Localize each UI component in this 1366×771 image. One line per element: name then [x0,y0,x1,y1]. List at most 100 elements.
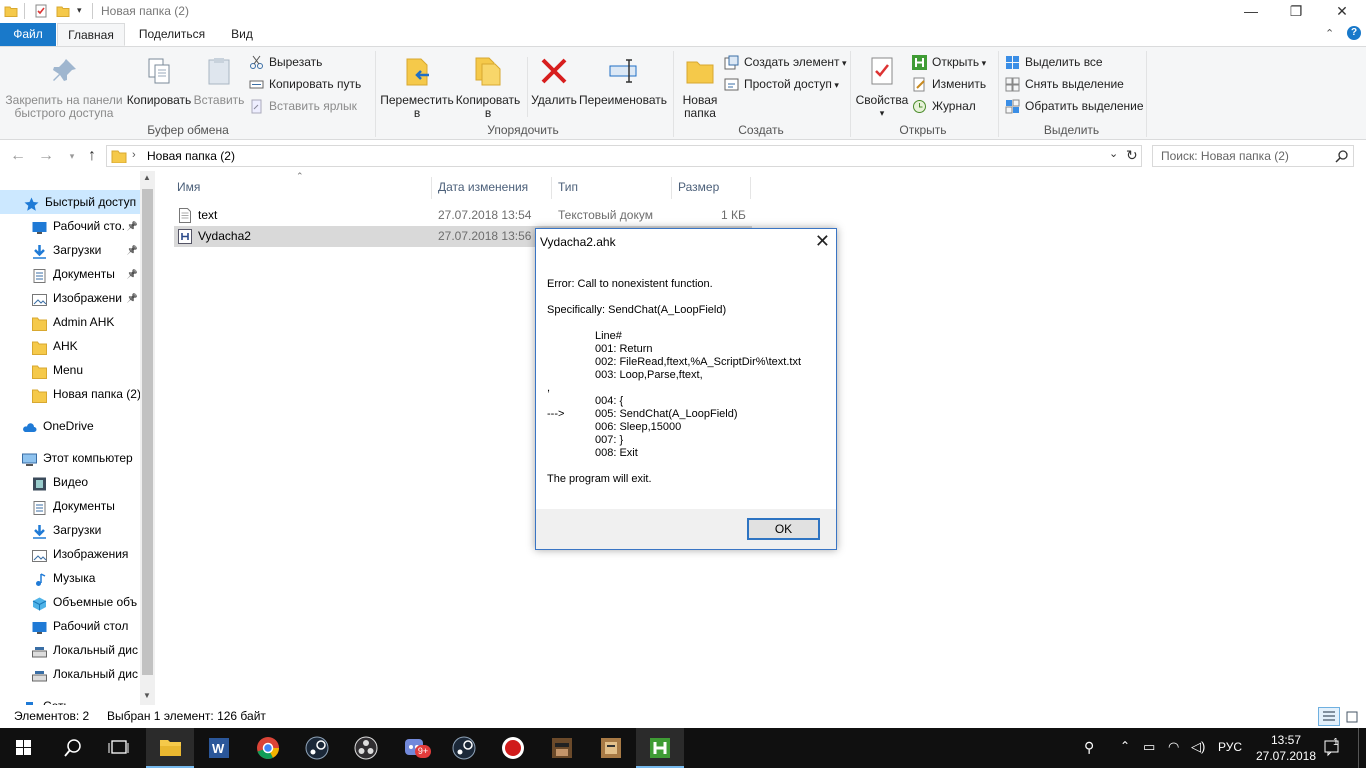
tab-view[interactable]: Вид [220,23,264,46]
customize-qa-dropdown[interactable]: ▾ [77,5,82,16]
move-to-button[interactable]: Переместить в [380,55,454,120]
properties-icon[interactable] [34,4,48,18]
dialog-close-button[interactable]: ✕ [815,231,830,252]
select-none-button[interactable]: Снять выделение [1005,74,1124,94]
nav-item[interactable]: Локальный дис [0,638,140,662]
start-button[interactable] [0,728,48,768]
nav-item[interactable]: Menu [0,358,140,382]
nav-item[interactable]: Рабочий сто. 📌 [0,214,140,238]
address-path[interactable]: Новая папка (2) [147,149,235,163]
tab-home[interactable]: Главная [57,23,125,46]
address-dropdown-icon[interactable]: ⌄ [1109,147,1118,160]
recent-locations-dropdown[interactable]: ▾ [62,146,82,166]
search-button[interactable] [48,728,96,768]
column-header-size[interactable]: Размер [661,177,751,199]
chevron-right-icon[interactable]: › [132,149,136,161]
nav-item[interactable]: Изображени 📌 [0,286,140,310]
properties-button[interactable]: Свойства ▾ [854,55,910,120]
delete-button[interactable]: Удалить [530,55,578,107]
search-placeholder[interactable]: Поиск: Новая папка (2) [1161,149,1289,163]
copy-to-button[interactable]: Копировать в [454,55,522,120]
nav-item[interactable]: Загрузки [0,518,140,542]
invert-selection-button[interactable]: Обратить выделение [1005,96,1144,116]
show-hidden-icons-icon[interactable]: ⌃ [1120,739,1130,753]
pin-icon[interactable]: 📌 [127,262,138,286]
nav-item[interactable]: Быстрый доступ [0,190,140,214]
pin-quick-access-button[interactable]: Закрепить на панели быстрого доступа [4,55,124,120]
taskbar-recorder[interactable] [489,728,537,768]
taskbar-steam[interactable] [293,728,341,768]
file-row[interactable]: text 27.07.2018 13:54 Текстовый докум 1 … [174,205,752,226]
nav-item[interactable]: Локальный дис [0,662,140,686]
large-icons-view-icon[interactable] [1343,708,1361,726]
cut-button[interactable]: Вырезать [249,52,322,72]
battery-icon[interactable]: ▭ [1143,739,1155,755]
restore-button[interactable]: ❐ [1273,0,1319,23]
nav-item[interactable]: Изображения [0,542,140,566]
nav-item[interactable]: Этот компьютер [0,446,140,470]
column-header-type[interactable]: Тип [541,177,672,199]
forward-arrow-icon[interactable]: → [36,146,56,166]
easy-access-button[interactable]: Простой доступ ▾ [724,74,839,94]
taskbar-file-explorer[interactable] [146,728,194,768]
new-item-button[interactable]: Создать элемент ▾ [724,52,847,72]
copy-button[interactable]: Копировать [126,55,192,107]
nav-item[interactable]: Admin AHK [0,310,140,334]
people-icon[interactable]: ⚲ [1084,739,1094,756]
search-icon[interactable] [1335,150,1348,163]
column-header-name[interactable]: Имя [160,177,432,199]
details-view-icon[interactable] [1318,707,1340,726]
up-arrow-icon[interactable]: ↑ [82,146,102,166]
help-icon[interactable]: ? [1347,26,1361,40]
taskbar-word[interactable]: W [195,728,243,768]
close-button[interactable]: ✕ [1319,0,1365,23]
new-folder-button[interactable]: Новая папка [676,55,724,120]
open-button[interactable]: Открыть ▾ [912,52,986,72]
ok-button[interactable]: OK [747,518,820,540]
nav-item[interactable]: OneDrive [0,414,140,438]
taskbar-discord[interactable]: 9+ [391,728,439,768]
edit-button[interactable]: Изменить [912,74,986,94]
show-desktop-button[interactable] [1358,728,1366,768]
nav-item[interactable]: Сеть [0,694,140,705]
select-all-button[interactable]: Выделить все [1005,52,1103,72]
pin-icon[interactable]: 📌 [127,214,138,238]
address-bar[interactable]: › Новая папка (2) ⌄ ↻ [106,145,1142,167]
rename-button[interactable]: Переименовать [578,55,668,107]
task-view-button[interactable] [96,728,144,768]
taskbar-autohotkey[interactable] [636,728,684,768]
pin-icon[interactable]: 📌 [127,238,138,262]
minimize-button[interactable]: — [1228,0,1274,23]
taskbar-chrome[interactable] [244,728,292,768]
taskbar-obs[interactable] [342,728,390,768]
pin-icon[interactable]: 📌 [127,286,138,310]
nav-scrollbar-thumb[interactable] [142,189,153,675]
copy-path-button[interactable]: Копировать путь [249,74,361,94]
nav-item[interactable]: Документы 📌 [0,262,140,286]
language-indicator[interactable]: РУС [1218,740,1242,754]
nav-scrollbar[interactable]: ▲ ▼ [140,171,155,705]
taskbar-game-2[interactable] [587,728,635,768]
scroll-up-icon[interactable]: ▲ [143,173,151,182]
search-box[interactable]: Поиск: Новая папка (2) [1152,145,1354,167]
clock[interactable]: 13:57 27.07.2018 [1253,732,1319,764]
nav-item[interactable]: Новая папка (2) [0,382,140,406]
nav-item[interactable]: Рабочий стол [0,614,140,638]
taskbar-game-1[interactable] [538,728,586,768]
tab-file[interactable]: Файл [0,23,56,46]
collapse-ribbon-icon[interactable]: ⌃ [1325,27,1334,40]
folder-icon[interactable] [4,4,18,18]
nav-item[interactable]: Документы [0,494,140,518]
nav-item[interactable]: Музыка [0,566,140,590]
refresh-icon[interactable]: ↻ [1126,147,1138,164]
history-button[interactable]: Журнал [912,96,976,116]
nav-item[interactable]: Видео [0,470,140,494]
column-header-modified[interactable]: Дата изменения [421,177,552,199]
paste-button[interactable]: Вставить [193,55,245,107]
action-center-icon[interactable]: 1 [1322,737,1342,758]
paste-shortcut-button[interactable]: Вставить ярлык [249,96,357,116]
nav-item[interactable]: AHK [0,334,140,358]
volume-icon[interactable]: ◁) [1191,739,1205,755]
back-arrow-icon[interactable]: ← [8,146,28,166]
taskbar-steam-2[interactable] [440,728,488,768]
